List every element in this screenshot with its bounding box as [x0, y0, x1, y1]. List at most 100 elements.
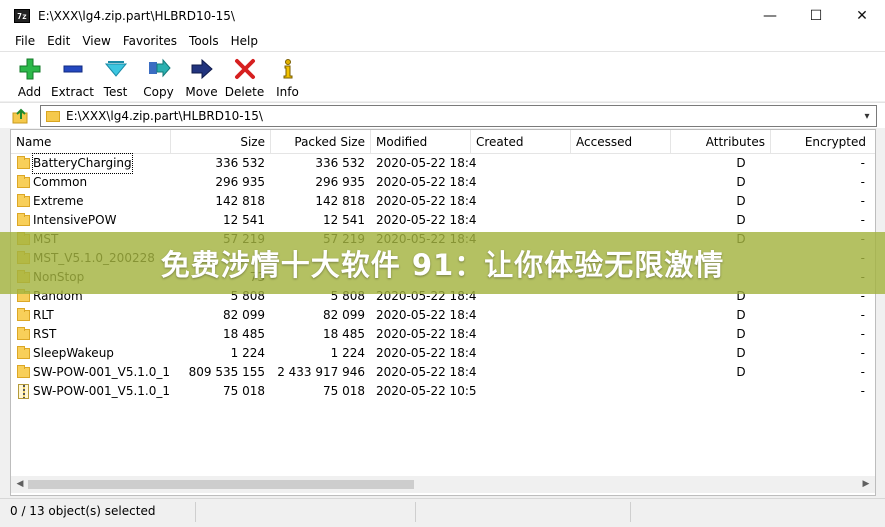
scroll-right-icon[interactable]: ▶ [859, 476, 873, 493]
test-label: Test [103, 85, 128, 99]
maximize-button[interactable]: ☐ [793, 0, 839, 31]
zip-file-icon [18, 384, 29, 399]
app-icon: 7z [14, 8, 30, 23]
cell-accessed [576, 154, 676, 173]
address-path: E:\XXX\lg4.zip.part\HLBRD10-15\ [66, 109, 263, 123]
cell-size: 12 541 [223, 213, 265, 227]
cell-encrypted: - [860, 175, 865, 189]
cell-size: 1 224 [230, 346, 265, 360]
cell-encrypted: - [860, 308, 865, 322]
cell-name: Extreme [33, 194, 84, 208]
scroll-left-icon[interactable]: ◀ [13, 476, 27, 493]
selection-status: 0 / 13 object(s) selected [10, 504, 156, 518]
cell-size: 296 935 [215, 175, 265, 189]
table-row[interactable]: SleepWakeup 1 224 1 224 2020-05-22 18:42 D - [11, 344, 875, 363]
delete-icon [232, 57, 258, 81]
close-button[interactable]: ✕ [839, 0, 885, 31]
cell-attributes: D [736, 175, 746, 189]
column-accessed[interactable]: Accessed [571, 130, 671, 154]
overlay-banner: 免费涉情十大软件 91：让你体验无限激情 [0, 232, 885, 294]
extract-button[interactable]: Extract [51, 52, 94, 101]
folder-icon [46, 110, 60, 122]
toolbar: Add Extract Test Copy Move Delete Info [0, 51, 885, 101]
horizontal-scrollbar[interactable]: ◀ ▶ [11, 476, 875, 493]
menu-edit[interactable]: Edit [41, 34, 76, 48]
folder-up-icon[interactable] [11, 106, 31, 126]
test-icon [103, 57, 129, 81]
info-label: Info [276, 85, 299, 99]
cell-encrypted: - [860, 156, 865, 170]
cell-size: 809 535 155 [188, 365, 265, 379]
cell-packed-size: 296 935 [315, 175, 365, 189]
column-created[interactable]: Created [471, 130, 571, 154]
cell-attributes: D [736, 156, 746, 170]
copy-button[interactable]: Copy [137, 52, 180, 101]
copy-icon [146, 57, 172, 81]
extract-icon [60, 57, 86, 81]
cell-modified: 2020-05-22 18:42 [376, 156, 476, 170]
add-icon [17, 57, 43, 81]
table-row[interactable]: IntensivePOW 12 541 12 541 2020-05-22 18:42… [11, 211, 875, 230]
column-packed-size[interactable]: Packed Size [271, 130, 371, 154]
scroll-thumb[interactable] [28, 480, 414, 489]
cell-packed-size: 2 433 917 946 [277, 365, 365, 379]
cell-encrypted: - [860, 327, 865, 341]
table-row[interactable]: SW-POW-001_V5.1.0_19... 809 535 155 2 433 … [11, 363, 875, 382]
cell-attributes [711, 382, 771, 401]
table-row[interactable]: Extreme 142 818 142 818 2020-05-22 18:42 D - [11, 192, 875, 211]
address-field[interactable]: E:\XXX\lg4.zip.part\HLBRD10-15\ ▾ [40, 105, 877, 127]
folder-icon [17, 308, 30, 321]
test-button[interactable]: Test [94, 52, 137, 101]
cell-attributes: D [736, 213, 746, 227]
table-row[interactable]: SW-POW-001_V5.1.0_19... 75 018 75 018 2020-… [11, 382, 875, 401]
cell-encrypted: - [860, 384, 865, 398]
cell-accessed [576, 344, 676, 363]
cell-modified: 2020-05-22 18:43 [376, 365, 476, 379]
menu-help[interactable]: Help [225, 34, 264, 48]
cell-modified: 2020-05-22 10:51 [376, 384, 476, 398]
status-divider [195, 502, 196, 522]
column-modified[interactable]: Modified [371, 130, 471, 154]
move-button[interactable]: Move [180, 52, 223, 101]
cell-encrypted: - [860, 346, 865, 360]
info-button[interactable]: Info [266, 52, 309, 101]
folder-icon [17, 346, 30, 359]
file-list: Name Size Packed Size Modified Created A… [10, 129, 876, 496]
menu-file[interactable]: File [9, 34, 41, 48]
table-row[interactable]: RST 18 485 18 485 2020-05-22 18:42 D - [11, 325, 875, 344]
cell-accessed [576, 173, 676, 192]
cell-size: 75 018 [223, 384, 265, 398]
menu-bar: File Edit View Favorites Tools Help [0, 31, 885, 51]
cell-attributes: D [736, 308, 746, 322]
cell-created [476, 211, 576, 230]
delete-button[interactable]: Delete [223, 52, 266, 101]
column-attributes[interactable]: Attributes [671, 130, 771, 154]
folder-icon [17, 365, 30, 378]
cell-packed-size: 1 224 [330, 346, 365, 360]
address-bar: E:\XXX\lg4.zip.part\HLBRD10-15\ ▾ [0, 102, 885, 128]
cell-packed-size: 82 099 [323, 308, 365, 322]
cell-name: SleepWakeup [33, 346, 114, 360]
title-bar: 7z E:\XXX\lg4.zip.part\HLBRD10-15\ — ☐ ✕ [0, 0, 885, 31]
cell-created [476, 344, 576, 363]
minimize-button[interactable]: — [747, 0, 793, 31]
column-encrypted[interactable]: Encrypted [771, 130, 871, 154]
chevron-down-icon[interactable]: ▾ [858, 111, 876, 122]
column-size[interactable]: Size [171, 130, 271, 154]
extract-label: Extract [51, 85, 94, 99]
cell-accessed [576, 382, 676, 401]
menu-favorites[interactable]: Favorites [117, 34, 183, 48]
cell-packed-size: 12 541 [323, 213, 365, 227]
add-button[interactable]: Add [8, 52, 51, 101]
menu-view[interactable]: View [76, 34, 116, 48]
column-name[interactable]: Name [11, 130, 171, 154]
add-label: Add [17, 85, 42, 99]
menu-tools[interactable]: Tools [183, 34, 225, 48]
folder-icon [17, 327, 30, 340]
table-row[interactable]: RLT 82 099 82 099 2020-05-22 18:42 D - [11, 306, 875, 325]
cell-name: SW-POW-001_V5.1.0_19... [33, 384, 169, 398]
folder-icon [17, 175, 30, 188]
cell-name: RST [33, 327, 57, 341]
table-row[interactable]: BatteryCharging 336 532 336 532 2020-05-22 … [11, 153, 875, 174]
table-row[interactable]: Common 296 935 296 935 2020-05-22 18:42 D - [11, 173, 875, 192]
